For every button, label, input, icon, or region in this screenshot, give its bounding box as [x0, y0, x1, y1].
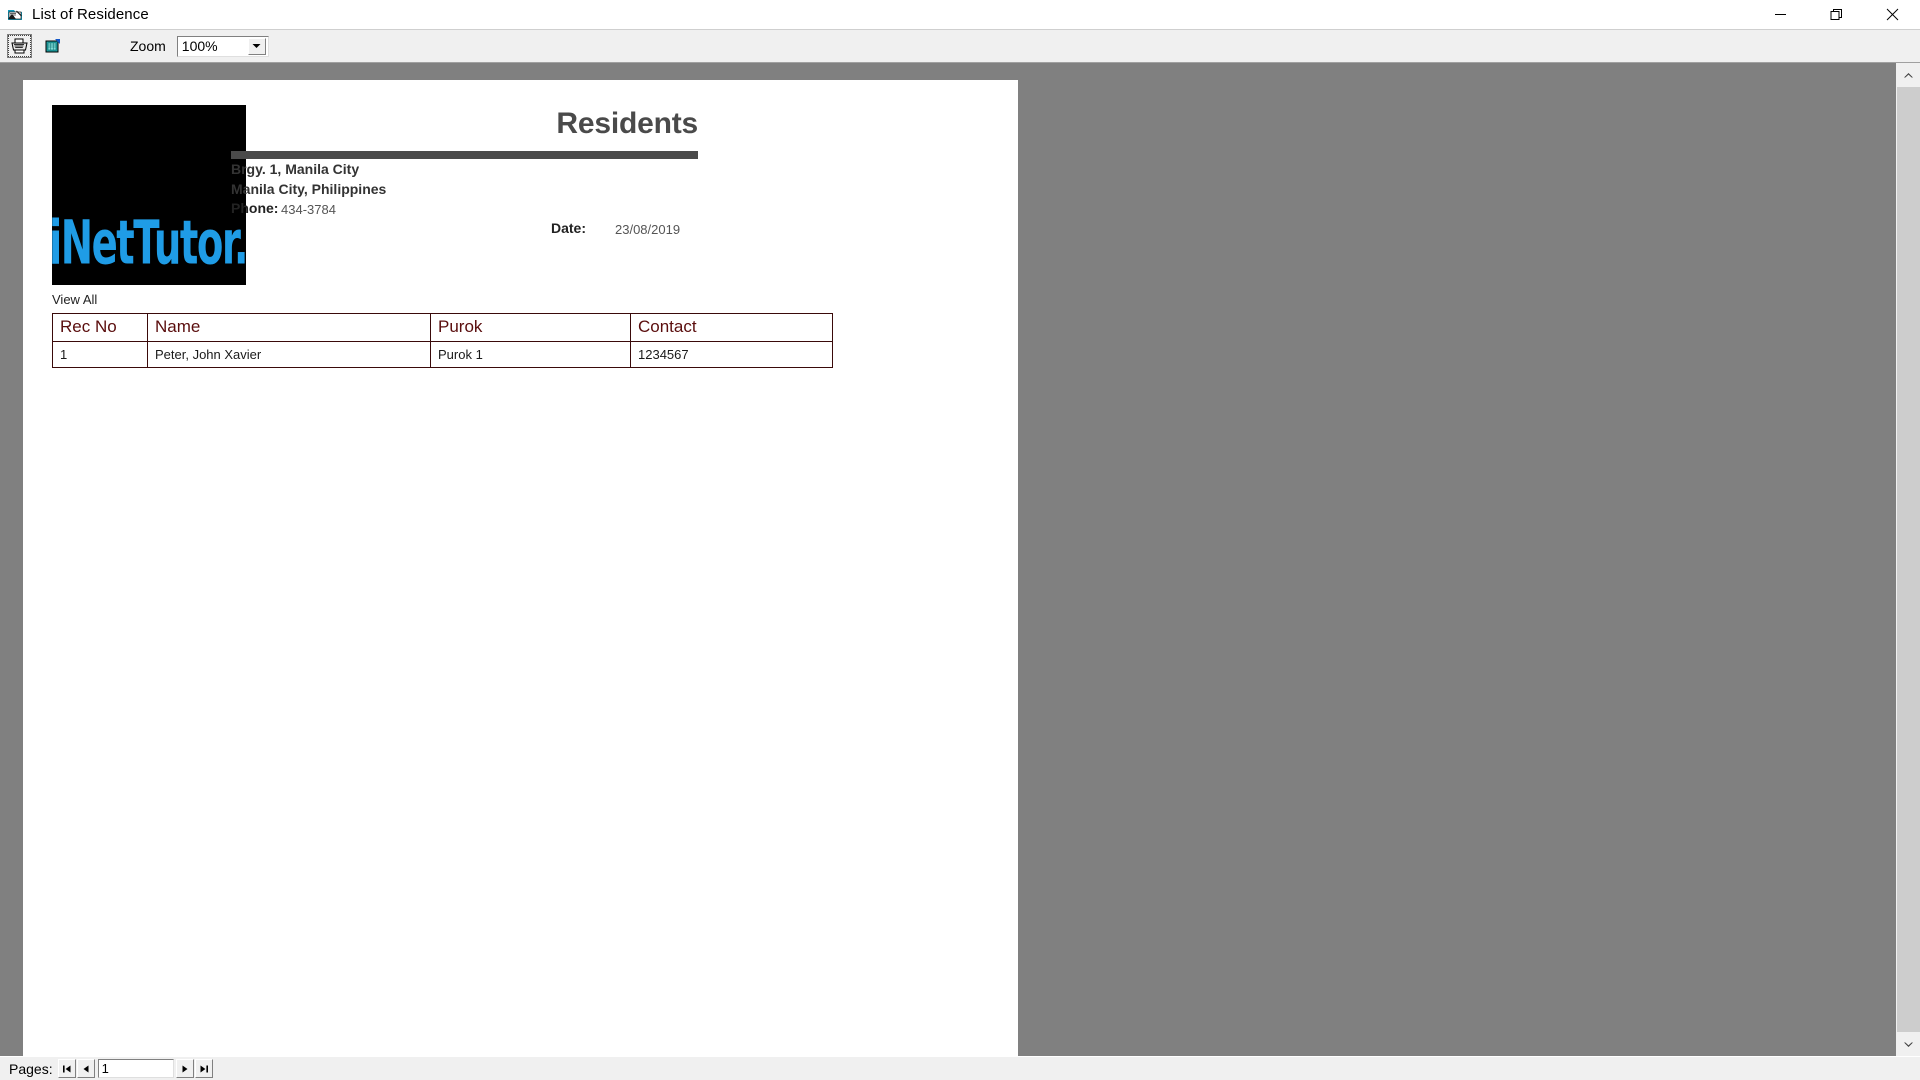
cell-name: Peter, John Xavier	[147, 341, 431, 368]
table-header-row: Rec No Name Purok Contact	[52, 313, 833, 342]
zoom-dropdown-button[interactable]	[247, 37, 266, 55]
scroll-track[interactable]	[1897, 87, 1920, 1032]
report-content: iNetTutor.com Residents Brgy. 1, Manila …	[23, 80, 1018, 1056]
address-line-2: Manila City, Philippines	[231, 181, 387, 197]
first-page-icon	[62, 1065, 71, 1072]
report-preview-icon	[8, 10, 22, 20]
print-button[interactable]	[7, 34, 32, 58]
window-controls	[1752, 0, 1920, 28]
printer-icon	[8, 35, 31, 57]
residents-table: Rec No Name Purok Contact 1 Peter, John …	[52, 313, 833, 368]
filter-label: View All	[52, 292, 98, 307]
phone-label: Phone:	[231, 200, 279, 216]
address-line-1: Brgy. 1, Manila City	[231, 161, 360, 177]
cell-contact: 1234567	[630, 341, 833, 368]
close-icon	[1886, 8, 1898, 20]
report-page: iNetTutor.com Residents Brgy. 1, Manila …	[23, 80, 1018, 1056]
previous-page-icon	[83, 1065, 89, 1072]
scroll-up-button[interactable]	[1897, 63, 1920, 87]
page-number-input[interactable]: 1	[97, 1059, 174, 1078]
zoom-label: Zoom	[130, 38, 166, 54]
restore-button[interactable]	[1808, 0, 1864, 28]
minimize-icon	[1774, 13, 1786, 15]
first-page-button[interactable]	[57, 1059, 76, 1078]
restore-icon	[1830, 8, 1842, 20]
window-title: List of Residence	[32, 6, 149, 23]
last-page-icon	[200, 1065, 208, 1072]
export-button[interactable]	[40, 34, 65, 58]
date-value: 23/08/2019	[615, 222, 681, 237]
column-header-purok: Purok	[430, 313, 631, 342]
zoom-value: 100%	[181, 37, 218, 54]
vertical-scrollbar[interactable]	[1896, 63, 1920, 1056]
close-button[interactable]	[1864, 0, 1920, 28]
previous-page-button[interactable]	[76, 1059, 95, 1078]
zoom-combobox[interactable]: 100%	[176, 35, 269, 57]
table-row: 1 Peter, John Xavier Purok 1 1234567	[52, 341, 833, 368]
scroll-up-icon	[1904, 72, 1913, 77]
scroll-down-icon	[1904, 1042, 1913, 1047]
chevron-down-icon	[252, 44, 261, 48]
export-icon	[45, 39, 60, 53]
pages-label: Pages:	[9, 1060, 53, 1077]
report-title: Residents	[556, 107, 698, 140]
next-page-icon	[182, 1065, 188, 1072]
minimize-button[interactable]	[1752, 0, 1808, 28]
preview-body: iNetTutor.com Residents Brgy. 1, Manila …	[0, 63, 1920, 1056]
toolbar: Zoom 100%	[0, 30, 1920, 63]
header-rule	[231, 151, 698, 159]
logo-text: iNetTutor.com	[52, 209, 246, 279]
cell-rec-no: 1	[52, 341, 148, 368]
scroll-down-button[interactable]	[1897, 1032, 1920, 1056]
last-page-button[interactable]	[194, 1059, 213, 1078]
next-page-button[interactable]	[175, 1059, 194, 1078]
table-body: 1 Peter, John Xavier Purok 1 1234567	[52, 341, 833, 368]
column-header-name: Name	[147, 313, 431, 342]
cell-purok: Purok 1	[430, 341, 631, 368]
table-header: Rec No Name Purok Contact	[52, 313, 833, 342]
date-label: Date:	[551, 220, 587, 236]
preview-scroll-region[interactable]: iNetTutor.com Residents Brgy. 1, Manila …	[0, 63, 1896, 1056]
column-header-contact: Contact	[630, 313, 833, 342]
phone-value: 434-3784	[281, 202, 336, 217]
titlebar: List of Residence	[0, 0, 1920, 30]
statusbar: Pages: 1	[0, 1056, 1920, 1080]
company-logo: iNetTutor.com	[52, 105, 246, 285]
report-preview-window: List of Residence Zoom 100% iNetTutor. R…	[0, 0, 1920, 1080]
column-header-rec-no: Rec No	[52, 313, 148, 342]
